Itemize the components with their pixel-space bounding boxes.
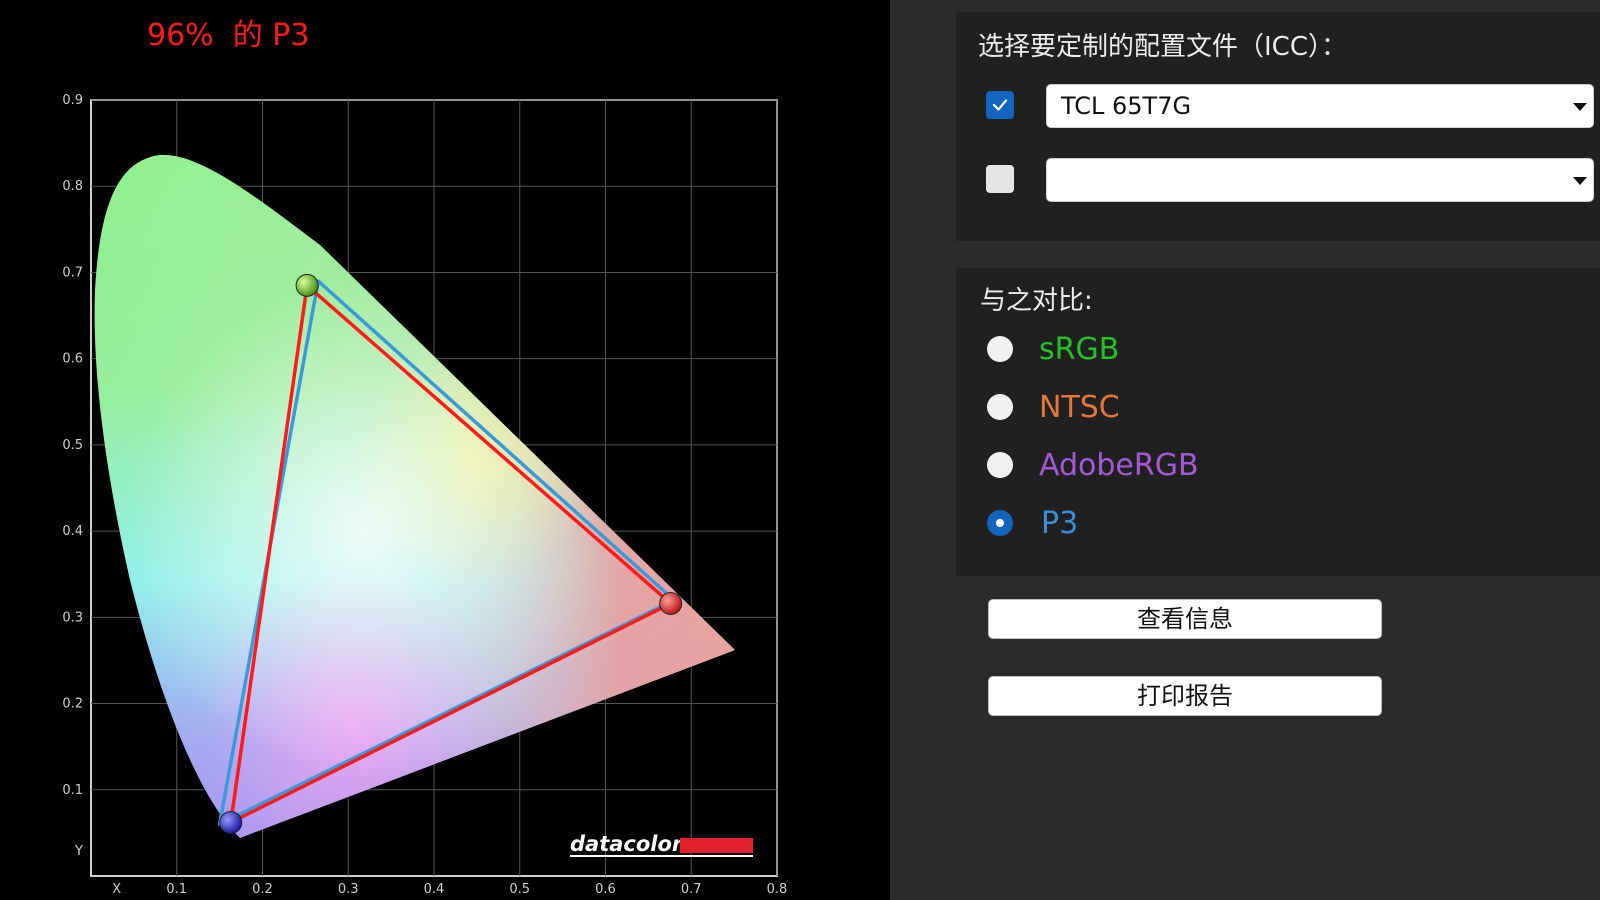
x-tick-label: 0.5	[509, 882, 530, 897]
compare-option-label: P3	[1041, 506, 1079, 541]
x-tick-label: 0.8	[767, 882, 788, 897]
y-tick-label: 0.7	[62, 265, 83, 280]
compare-option-label: AdobeRGB	[1039, 448, 1199, 483]
y-tick-label: 0.1	[62, 783, 83, 798]
cie-chromaticity-chart: 0.1 0.2 0.3 0.4 0.5 0.6 0.7 0.8 0.1 0.2 0.3 0.4 0.5 0…	[62, 93, 788, 897]
y-tick-label: 0.6	[62, 352, 83, 367]
red-primary-point	[659, 592, 683, 616]
x-tick-label: 0.6	[595, 882, 616, 897]
radio-button[interactable]	[987, 452, 1013, 478]
compare-option-label: NTSC	[1039, 390, 1120, 425]
compare-panel-title: 与之对比:	[980, 286, 1093, 316]
compare-panel: 与之对比: sRGB NTSC AdobeRGB P3	[956, 268, 1600, 576]
y-tick-label: 0.9	[62, 93, 83, 108]
view-info-button[interactable]: 查看信息	[988, 599, 1382, 639]
settings-pane: 选择要定制的配置文件（ICC）： TCL 65T7G 与之对比: sRGB NT…	[890, 0, 1600, 900]
y-tick-label: 0.5	[62, 438, 83, 453]
radio-button[interactable]	[987, 510, 1013, 536]
green-primary-point	[295, 273, 319, 297]
datacolor-logo-text: datacolor	[570, 832, 684, 856]
profile1-select-value: TCL 65T7G	[1061, 92, 1192, 120]
radio-button[interactable]	[987, 394, 1013, 420]
chevron-down-icon	[1573, 177, 1587, 185]
checkmark-icon	[992, 99, 1008, 111]
chevron-down-icon	[1573, 103, 1587, 111]
profile-panel-title: 选择要定制的配置文件（ICC）：	[978, 32, 1347, 62]
y-tick-label: 0.4	[62, 524, 83, 539]
x-tick-label: 0.7	[681, 882, 702, 897]
profile2-select[interactable]	[1046, 158, 1594, 202]
profile1-select[interactable]: TCL 65T7G	[1046, 84, 1594, 128]
blue-primary-point	[219, 811, 243, 835]
radio-button[interactable]	[987, 336, 1013, 362]
profile2-checkbox[interactable]	[986, 165, 1014, 193]
x-axis-label: X	[112, 882, 121, 897]
gamut-coverage-title: 96% 的 P3	[147, 18, 310, 53]
chart-pane: 0.1 0.2 0.3 0.4 0.5 0.6 0.7 0.8 0.1 0.2 0.3 0.4 0.5 0…	[0, 0, 890, 900]
x-tick-label: 0.1	[166, 882, 187, 897]
x-tick-label: 0.2	[252, 882, 273, 897]
y-tick-label: 0.8	[62, 179, 83, 194]
y-axis-label: Y	[74, 844, 83, 859]
y-tick-label: 0.2	[62, 697, 83, 712]
profile1-checkbox[interactable]	[986, 91, 1014, 119]
profile-panel: 选择要定制的配置文件（ICC）： TCL 65T7G	[956, 12, 1600, 241]
compare-option-label: sRGB	[1039, 332, 1120, 367]
print-report-button[interactable]: 打印报告	[988, 676, 1382, 716]
y-tick-label: 0.3	[62, 610, 83, 625]
x-tick-label: 0.4	[424, 882, 445, 897]
x-tick-label: 0.3	[338, 882, 359, 897]
